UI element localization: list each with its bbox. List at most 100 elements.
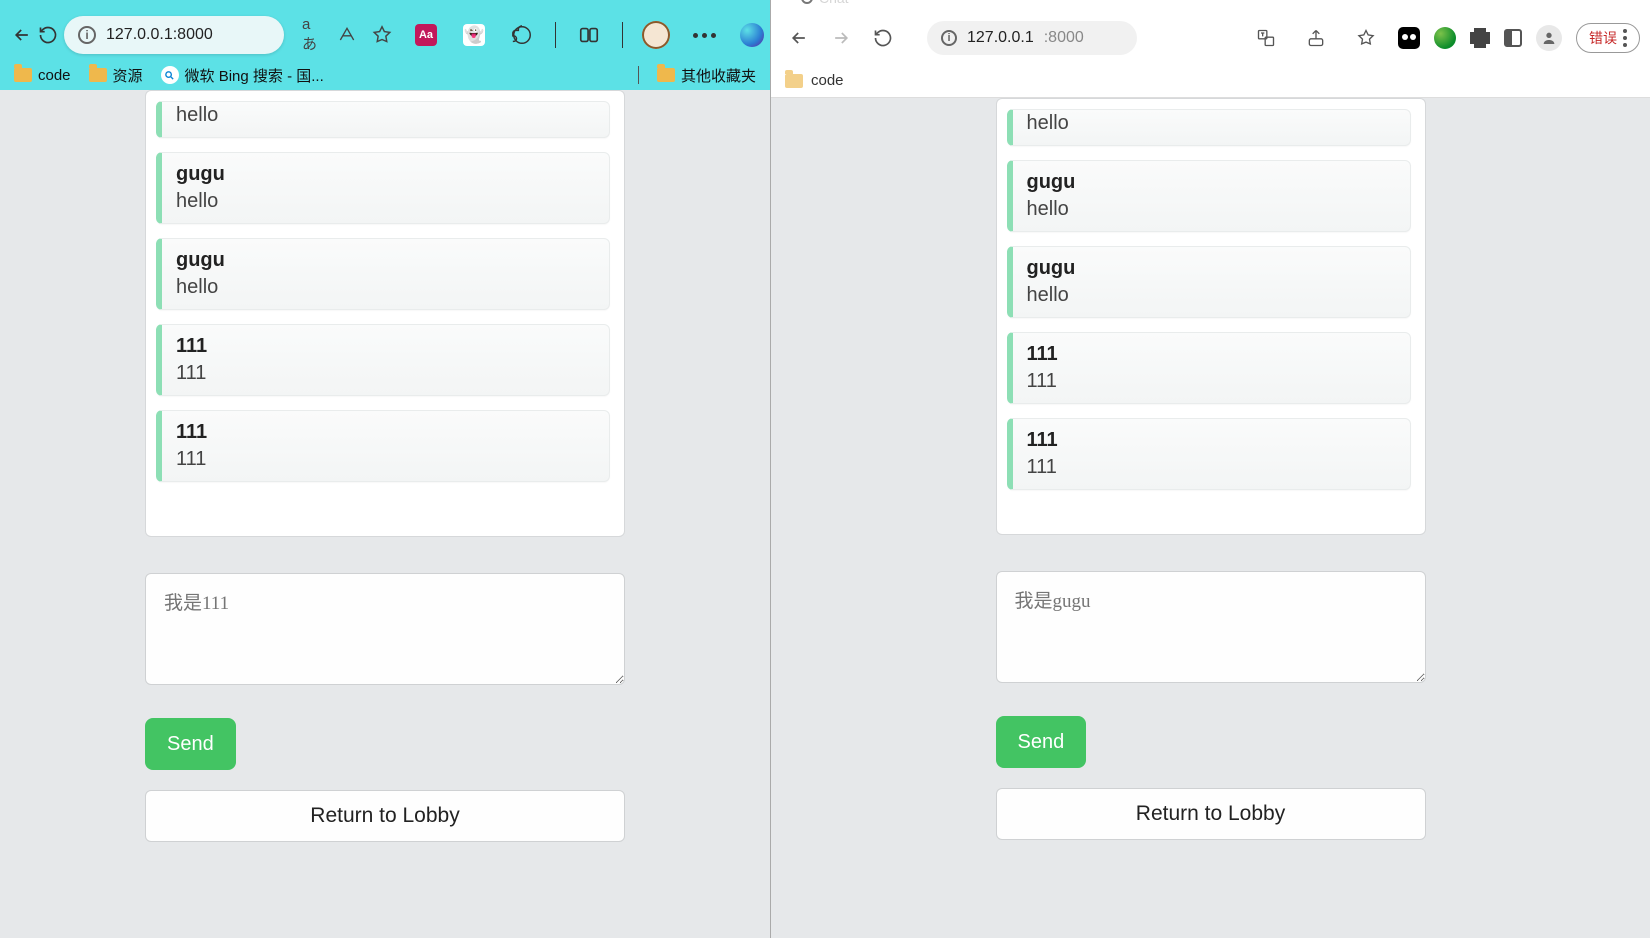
refresh-button[interactable] <box>865 20 901 56</box>
bookmark-folder-other[interactable]: 其他收藏夹 <box>657 65 756 86</box>
return-to-lobby-button[interactable]: Return to Lobby <box>145 790 625 842</box>
extension-button[interactable]: 👻 <box>459 20 489 50</box>
chat-panel: hello gugu hello gugu hello 111 111 <box>145 90 625 537</box>
chat-app: hello gugu hello gugu hello 111 111 <box>996 98 1426 938</box>
message-body: hello <box>176 104 595 127</box>
chat-message: 111 111 <box>156 324 610 396</box>
page-content: hello gugu hello gugu hello 111 111 <box>0 90 770 938</box>
bookmarks-bar: code 资源 微软 Bing 搜索 - 国... 其他收藏夹 <box>0 60 770 90</box>
more-menu-icon <box>1623 29 1627 47</box>
site-info-icon[interactable]: i <box>941 30 957 46</box>
bookmark-folder-code[interactable]: code <box>14 67 71 84</box>
share-icon[interactable] <box>1298 20 1334 56</box>
profile-avatar[interactable] <box>641 20 671 50</box>
send-button[interactable]: Send <box>145 718 236 770</box>
chat-message: gugu hello <box>156 152 610 224</box>
extensions-icon[interactable] <box>1470 28 1490 48</box>
chat-scroll-area[interactable]: hello gugu hello gugu hello 111 111 <box>156 101 614 526</box>
chat-scroll-area[interactable]: hello gugu hello gugu hello 111 111 <box>1007 109 1415 524</box>
message-body: hello <box>1027 198 1396 221</box>
extensions-icon[interactable] <box>507 20 537 50</box>
message-body: hello <box>176 190 595 213</box>
browser-actions: 错误 <box>1248 20 1640 56</box>
message-body: hello <box>1027 284 1396 307</box>
address-bar[interactable]: i 127.0.0.1:8000 <box>64 16 284 54</box>
read-aloud-icon[interactable] <box>336 23 357 47</box>
bookmark-label: 其他收藏夹 <box>681 65 756 86</box>
separator <box>638 66 639 84</box>
address-bar-controls: aあ <box>290 16 405 54</box>
browser-toolbar: i 127.0.0.1:8000 错误 <box>771 12 1650 64</box>
tab-strip: Chat <box>771 0 1650 12</box>
browser-window-right: Chat i 127.0.0.1:8000 <box>770 0 1650 938</box>
bookmarks-bar: code <box>771 64 1650 98</box>
chat-message: gugu hello <box>1007 160 1411 232</box>
back-button[interactable] <box>781 20 817 56</box>
chat-message: 111 111 <box>156 410 610 482</box>
chat-message: hello <box>156 101 610 138</box>
message-author: 111 <box>1027 343 1396 366</box>
browser-actions: Aa 👻 <box>411 20 771 50</box>
error-label: 错误 <box>1589 28 1617 48</box>
bookmark-folder-code[interactable]: code <box>811 72 844 89</box>
folder-icon <box>657 68 675 82</box>
search-icon <box>161 66 179 84</box>
split-screen-icon[interactable] <box>574 20 604 50</box>
url-port: :8000 <box>1044 29 1084 47</box>
back-button[interactable] <box>12 15 32 55</box>
address-bar[interactable]: i 127.0.0.1:8000 <box>927 21 1137 55</box>
folder-icon <box>14 68 32 82</box>
page-content: hello gugu hello gugu hello 111 111 <box>771 98 1650 938</box>
separator <box>622 22 623 48</box>
tab-strip <box>0 0 770 10</box>
site-info-icon[interactable]: i <box>78 26 96 44</box>
message-author: 111 <box>176 421 595 444</box>
profile-avatar[interactable] <box>1536 25 1562 51</box>
bookmark-bing[interactable]: 微软 Bing 搜索 - 国... <box>161 65 324 86</box>
message-body: 111 <box>176 448 595 471</box>
refresh-button[interactable] <box>38 15 58 55</box>
bookmark-folder-resources[interactable]: 资源 <box>89 65 143 86</box>
browser-window-left: i 127.0.0.1:8000 aあ Aa 👻 <box>0 0 770 938</box>
extension-button[interactable]: Aa <box>411 20 441 50</box>
url-text: 127.0.0.1:8000 <box>106 26 270 44</box>
chat-app: hello gugu hello gugu hello 111 111 <box>145 90 625 938</box>
chat-message: gugu hello <box>1007 246 1411 318</box>
bookmark-label: 资源 <box>113 65 143 86</box>
message-body: hello <box>176 276 595 299</box>
message-author: 111 <box>176 335 595 358</box>
chat-message: 111 111 <box>1007 418 1411 490</box>
separator <box>555 22 556 48</box>
side-panel-icon[interactable] <box>1504 29 1522 47</box>
chat-message: 111 111 <box>1007 332 1411 404</box>
compose-input[interactable] <box>996 571 1426 683</box>
message-author: gugu <box>1027 171 1396 194</box>
message-author: gugu <box>176 163 595 186</box>
more-menu-icon[interactable] <box>689 20 719 50</box>
compose-input[interactable] <box>145 573 625 685</box>
bookmark-label: code <box>38 67 71 84</box>
tab-title: Chat <box>819 0 849 6</box>
folder-icon <box>785 74 803 88</box>
tab-favicon <box>801 0 813 4</box>
translate-icon[interactable] <box>1248 20 1284 56</box>
favorite-star-icon[interactable] <box>1348 20 1384 56</box>
favorite-star-icon[interactable] <box>371 23 393 47</box>
extension-button[interactable] <box>1434 27 1456 49</box>
tab[interactable]: Chat <box>801 0 849 6</box>
extension-button[interactable] <box>1398 27 1420 49</box>
error-indicator[interactable]: 错误 <box>1576 23 1640 53</box>
translate-icon[interactable]: aあ <box>302 16 322 54</box>
message-body: 111 <box>1027 370 1396 393</box>
forward-button[interactable] <box>823 20 859 56</box>
message-body: 111 <box>1027 456 1396 479</box>
folder-icon <box>89 68 107 82</box>
message-body: hello <box>1027 112 1396 135</box>
message-author: 111 <box>1027 429 1396 452</box>
copilot-icon[interactable] <box>737 20 767 50</box>
return-to-lobby-button[interactable]: Return to Lobby <box>996 788 1426 840</box>
chat-panel: hello gugu hello gugu hello 111 111 <box>996 98 1426 535</box>
message-author: gugu <box>176 249 595 272</box>
chat-message: hello <box>1007 109 1411 146</box>
send-button[interactable]: Send <box>996 716 1087 768</box>
